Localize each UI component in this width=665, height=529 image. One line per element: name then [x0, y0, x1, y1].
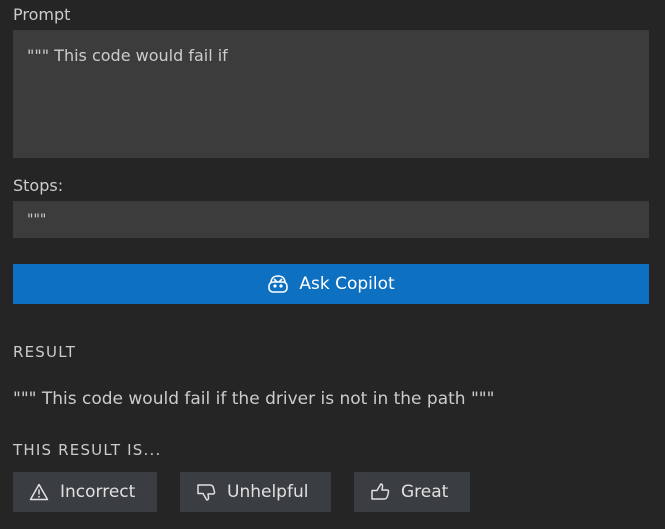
result-text: """ This code would fail if the driver i…: [13, 389, 495, 409]
result-heading: RESULT: [13, 343, 77, 361]
unhelpful-label: Unhelpful: [227, 482, 309, 502]
stops-input[interactable]: [13, 201, 649, 238]
thumbs-up-icon: [370, 483, 390, 501]
warning-icon: [29, 483, 49, 501]
stops-label: Stops:: [13, 176, 64, 195]
prompt-textarea[interactable]: [13, 30, 649, 158]
incorrect-label: Incorrect: [60, 482, 136, 502]
copilot-icon: [267, 274, 289, 294]
great-button[interactable]: Great: [354, 472, 470, 512]
unhelpful-button[interactable]: Unhelpful: [180, 472, 331, 512]
copilot-panel: Prompt Stops: Ask Copilot RESULT """ Thi…: [0, 0, 665, 529]
thumbs-down-icon: [196, 483, 216, 501]
ask-copilot-label: Ask Copilot: [299, 274, 395, 294]
prompt-label: Prompt: [13, 5, 71, 24]
incorrect-button[interactable]: Incorrect: [13, 472, 157, 512]
rating-heading: THIS RESULT IS...: [13, 441, 162, 459]
ask-copilot-button[interactable]: Ask Copilot: [13, 264, 649, 304]
great-label: Great: [401, 482, 449, 502]
